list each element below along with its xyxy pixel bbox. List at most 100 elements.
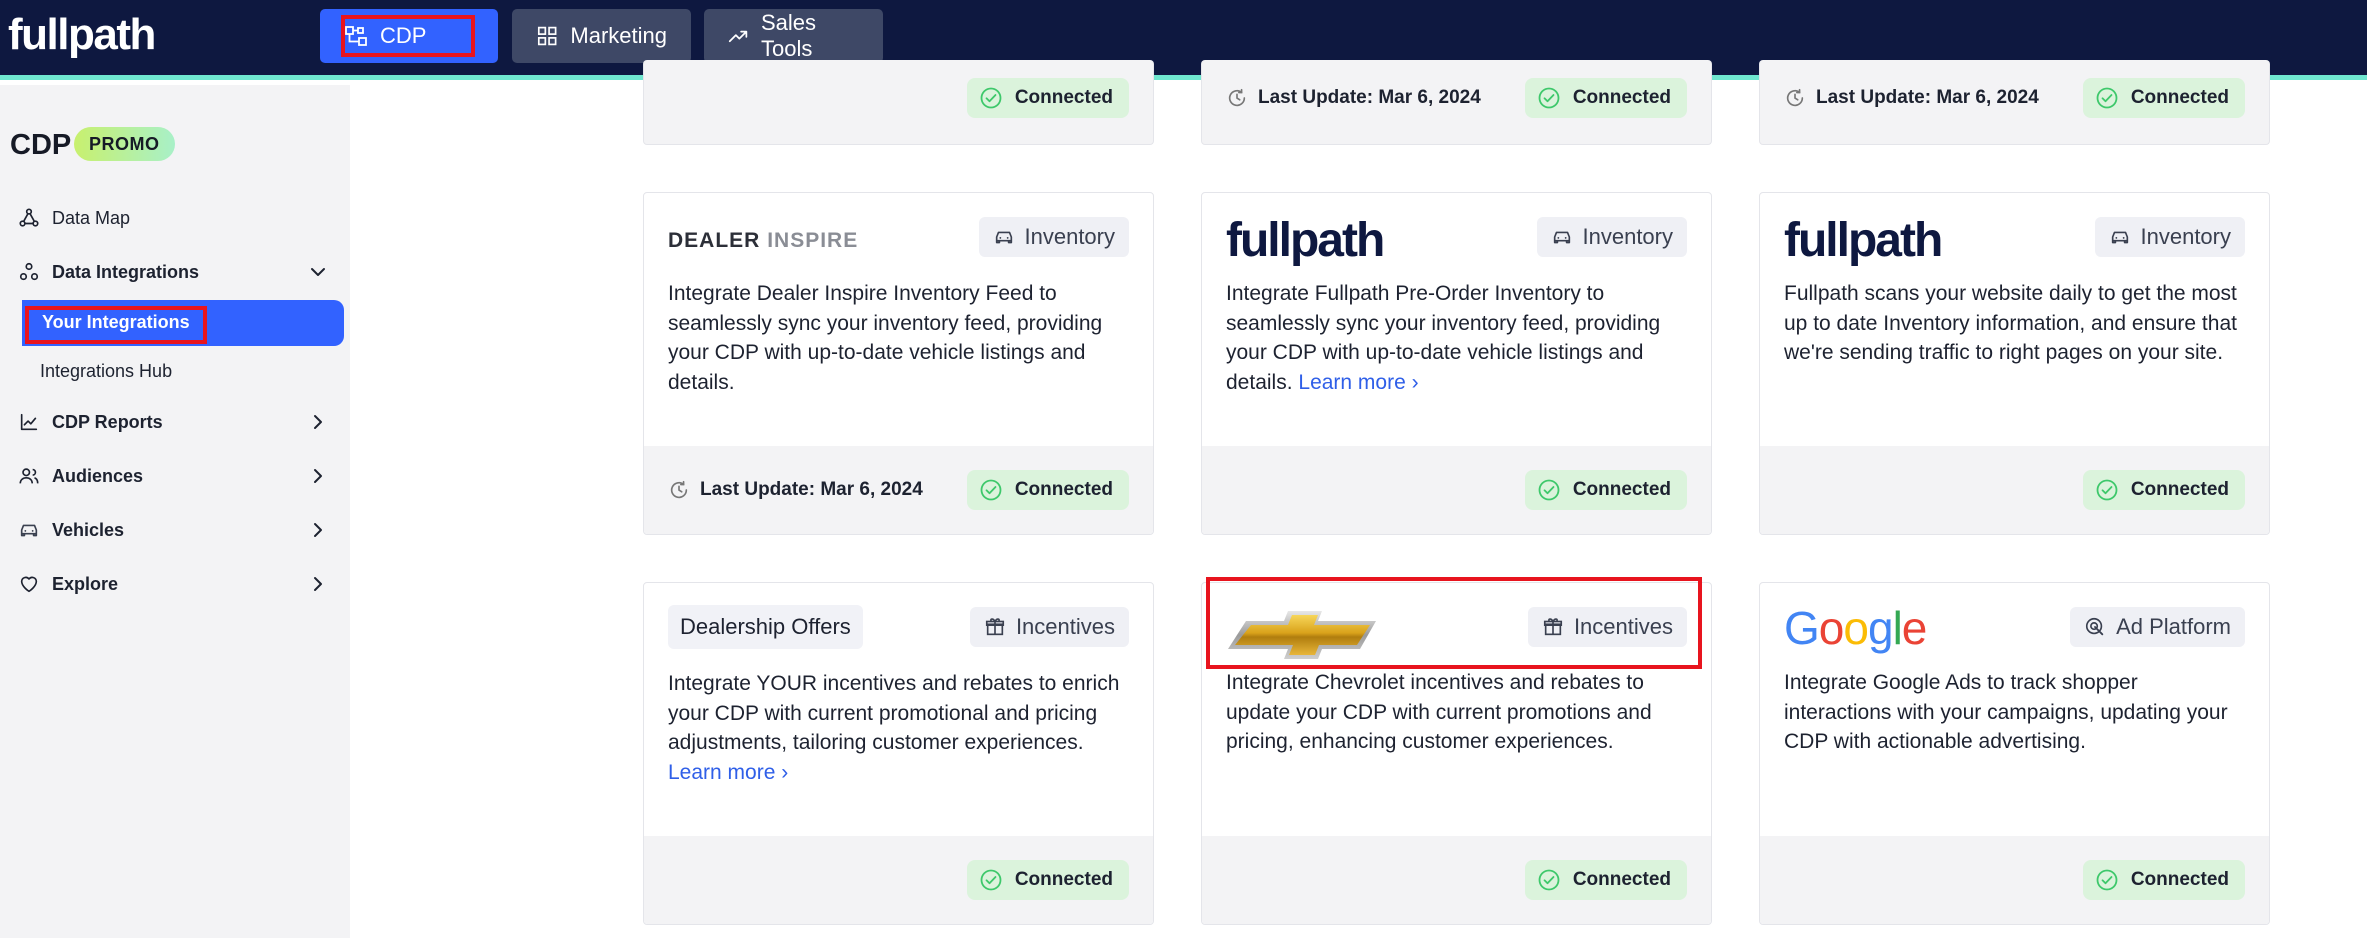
category-tag: Inventory	[2094, 217, 2245, 257]
nav-marketing-label: Marketing	[570, 23, 667, 48]
learn-more-link[interactable]: Learn more ›	[668, 761, 788, 784]
nav-cdp-button[interactable]: CDP	[320, 9, 498, 63]
connected-badge: Connected	[2082, 470, 2245, 510]
category-tag: Ad Platform	[2070, 607, 2245, 647]
check-circle-icon	[979, 478, 1003, 502]
check-circle-icon	[1537, 868, 1561, 892]
check-circle-icon	[2095, 86, 2119, 110]
category-tag: Inventory	[978, 217, 1129, 257]
category-tag: Inventory	[1536, 217, 1687, 257]
nav-sales-tools-button[interactable]: Sales Tools	[704, 9, 883, 63]
connected-label: Connected	[2130, 869, 2229, 890]
connected-label: Connected	[2130, 87, 2229, 108]
refresh-clock-icon	[668, 479, 690, 501]
sidebar-item-label: Audiences	[52, 465, 144, 486]
integration-card-fullpath-scan[interactable]: fullpath Inventory Fullpath scans your w…	[1759, 192, 2270, 535]
reports-icon	[20, 413, 38, 431]
sidebar-item-vehicles[interactable]: Vehicles	[18, 512, 328, 548]
data-map-icon	[19, 208, 39, 227]
target-icon	[2084, 616, 2106, 638]
last-update: Last Update: Mar 6, 2024	[668, 470, 923, 510]
audiences-icon	[19, 468, 39, 484]
integration-card-chevrolet[interactable]: Incentives Integrate Chevrolet incentive…	[1201, 582, 1712, 925]
chevron-right-icon[interactable]	[308, 574, 328, 594]
heart-icon	[20, 576, 38, 593]
check-circle-icon	[979, 86, 1003, 110]
connected-label: Connected	[1572, 869, 1671, 890]
car-icon	[1551, 226, 1573, 248]
sidebar-item-data-integrations[interactable]: Data Integrations	[18, 254, 328, 290]
sidebar-item-label: Data Integrations	[52, 261, 200, 282]
integration-card-partial[interactable]: Last Update: Mar 6, 2024 Connected	[1201, 60, 1712, 145]
check-circle-icon	[1537, 478, 1561, 502]
integration-card-partial[interactable]: Connected	[643, 60, 1154, 145]
fullpath-card-logo: fullpath	[1226, 214, 1385, 267]
check-circle-icon	[979, 868, 1003, 892]
chevron-right-icon[interactable]	[308, 520, 328, 540]
card-description: Integrate Fullpath Pre-Order Inventory t…	[1226, 282, 1661, 394]
category-label: Ad Platform	[2116, 614, 2231, 639]
grid-icon	[537, 26, 557, 46]
connected-badge: Connected	[966, 470, 1129, 510]
last-update-label: Last Update: Mar 6, 2024	[1816, 87, 2039, 108]
integration-card-partial[interactable]: Last Update: Mar 6, 2024 Connected	[1759, 60, 2270, 145]
dealership-offers-logo: Dealership Offers	[668, 605, 863, 649]
chevron-down-icon[interactable]	[308, 262, 328, 282]
refresh-clock-icon	[1226, 87, 1248, 109]
card-description: Fullpath scans your website daily to get…	[1784, 282, 2237, 364]
learn-more-link[interactable]: Learn more ›	[1298, 371, 1418, 394]
card-description: Integrate Google Ads to track shopper in…	[1784, 671, 2228, 753]
nav-cdp-label: CDP	[380, 23, 427, 48]
card-footer: Connected	[644, 836, 1153, 924]
sidebar-item-explore[interactable]: Explore	[18, 566, 328, 602]
sidebar-item-audiences[interactable]: Audiences	[18, 458, 328, 494]
nav-sales-tools-label: Sales Tools	[760, 10, 817, 61]
connected-badge: Connected	[1524, 78, 1687, 118]
sidebar-subitem-your-integrations[interactable]: Your Integrations	[22, 300, 344, 346]
car-icon	[2109, 226, 2131, 248]
integration-card-dealer-inspire[interactable]: DEALER INSPIRE Inventory Integrate Deale…	[643, 192, 1154, 535]
card-description: Integrate Chevrolet incentives and rebat…	[1226, 671, 1652, 753]
gift-icon	[984, 616, 1006, 638]
chevron-right-icon[interactable]	[308, 412, 328, 432]
fullpath-logo[interactable]: fullpath	[8, 10, 156, 60]
car-icon	[993, 226, 1015, 248]
car-icon	[18, 519, 40, 541]
category-label: Inventory	[1024, 224, 1116, 249]
integrations-icon	[19, 262, 39, 281]
sidebar-item-data-map[interactable]: Data Map	[18, 200, 328, 236]
check-circle-icon	[2095, 868, 2119, 892]
connected-label: Connected	[1014, 479, 1113, 500]
sidebar-subitem-integrations-hub[interactable]: Integrations Hub	[40, 361, 172, 382]
card-footer: Connected	[1202, 836, 1711, 924]
connected-label: Connected	[1014, 869, 1113, 890]
category-label: Inventory	[1582, 224, 1674, 249]
last-update: Last Update: Mar 6, 2024	[1226, 78, 1481, 118]
connected-badge: Connected	[1524, 860, 1687, 900]
category-tag: Incentives	[1527, 607, 1687, 647]
sidebar-item-cdp-reports[interactable]: CDP Reports	[18, 404, 328, 440]
integration-card-google-ads[interactable]: Google Ad Platform Integrate Google Ads …	[1759, 582, 2270, 925]
connected-label: Connected	[2130, 479, 2229, 500]
google-logo: Google	[1784, 602, 1927, 654]
card-footer: Connected	[1760, 836, 2269, 924]
refresh-clock-icon	[1784, 87, 1806, 109]
connected-badge: Connected	[2082, 78, 2245, 118]
connected-badge: Connected	[1524, 470, 1687, 510]
card-footer: Connected	[1202, 446, 1711, 534]
category-label: Inventory	[2140, 224, 2232, 249]
integration-card-fullpath-preorder[interactable]: fullpath Inventory Integrate Fullpath Pr…	[1201, 192, 1712, 535]
connected-badge: Connected	[2082, 860, 2245, 900]
card-description: Integrate Dealer Inspire Inventory Feed …	[668, 282, 1103, 394]
sidebar-title: CDP	[10, 129, 72, 161]
nav-marketing-button[interactable]: Marketing	[512, 9, 691, 63]
check-circle-icon	[2095, 478, 2119, 502]
connected-badge: Connected	[966, 78, 1129, 118]
chevron-right-icon[interactable]	[308, 466, 328, 486]
last-update-label: Last Update: Mar 6, 2024	[1258, 87, 1481, 108]
connected-label: Connected	[1014, 87, 1113, 108]
integration-card-dealership-offers[interactable]: Dealership Offers Incentives Integrate Y…	[643, 582, 1154, 925]
card-description: Integrate YOUR incentives and rebates to…	[668, 672, 1120, 784]
dealer-inspire-logo: DEALER INSPIRE	[668, 229, 859, 252]
sidebar-subitem-label: Your Integrations	[42, 312, 190, 332]
